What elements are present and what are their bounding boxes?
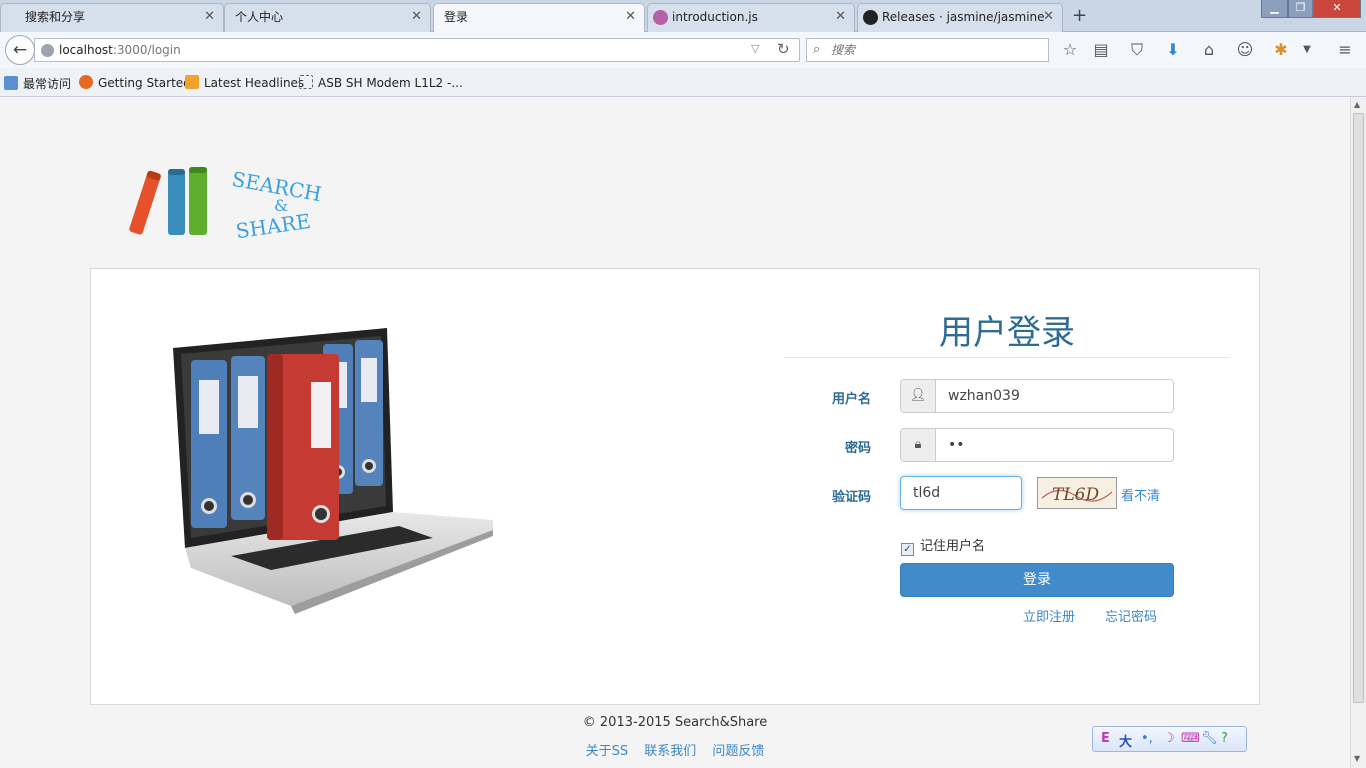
firefox-icon [79,75,93,89]
close-icon[interactable]: ✕ [411,4,422,30]
minimize-button[interactable]: ▁ [1261,0,1288,18]
page-icon [299,75,313,89]
remember-checkbox[interactable]: ✓ [901,543,914,556]
captcha-refresh-link[interactable]: 看不清 [1121,485,1160,504]
footer-link-about[interactable]: 关于SS [586,744,629,759]
bookmarks-bar: 最常访问 Getting Started Latest Headlines AS… [0,68,1366,97]
back-button[interactable]: ← [5,35,35,65]
tab-releases-jasmine[interactable]: Releases · jasmine/jasmine ✕ [857,3,1063,32]
user-icon: 👤︎ [901,380,936,412]
folder-icon [4,76,18,90]
laptop-binders-illustration [173,328,493,614]
login-button[interactable]: 登录 [900,563,1174,597]
tab-personal-center[interactable]: 个人中心 ✕ [224,3,431,32]
navigation-bar: localhost:3000/login ▽ ↻ ← ⌕ ☆ ▤ ⛉ ⬇ ⌂ ☺… [0,32,1366,68]
window-close-button[interactable]: ✕ [1313,0,1361,18]
scroll-down-arrow-icon[interactable]: ▼ [1354,754,1360,763]
url-host: localhost [59,43,113,57]
password-label: 密码 [844,441,871,456]
new-tab-button[interactable]: + [1072,5,1087,26]
site-logo[interactable]: SEARCH & SHARE [124,163,334,243]
username-label: 用户名 [831,392,871,407]
ime-english-toggle[interactable]: E [1101,731,1110,746]
bookmark-latest-headlines[interactable]: Latest Headlines [185,75,304,90]
close-icon[interactable]: ✕ [835,4,846,30]
chevron-down-icon[interactable]: ▼ [1296,40,1318,62]
lock-icon: 🔒︎ [901,429,936,461]
password-field[interactable]: 🔒︎ [900,428,1174,462]
login-title: 用户登录 [939,313,1075,353]
dropdown-arrow-icon[interactable]: ▽ [751,42,759,55]
logo-share-text: SHARE [234,209,312,243]
address-bar[interactable]: localhost:3000/login ▽ ↻ [34,38,800,62]
tab-label: Releases · jasmine/jasmine [882,10,1045,24]
captcha-input[interactable] [913,484,1013,502]
captcha-text: TL6D [1052,485,1099,505]
remember-username[interactable]: ✓ 记住用户名 [901,535,985,556]
bookmark-label: ASB SH Modem L1L2 -... [318,76,463,90]
wrench-icon[interactable]: 🔧︎ [1201,731,1218,746]
close-icon[interactable]: ✕ [204,4,215,30]
captcha-field[interactable] [900,476,1022,510]
home-icon[interactable]: ⌂ [1198,40,1220,62]
menu-icon[interactable]: ≡ [1334,40,1356,62]
url-path: :3000/login [112,43,181,57]
bookmark-label: Latest Headlines [204,76,305,90]
username-input[interactable] [948,387,1163,405]
reading-list-icon[interactable]: ▤ [1090,40,1112,62]
tab-label: 登录 [444,10,469,24]
bookmark-label: 最常访问 [23,77,72,91]
reload-icon[interactable]: ↻ [777,40,790,58]
footer-link-contact[interactable]: 联系我们 [644,744,696,759]
ime-fullwidth-toggle[interactable]: 大 [1119,731,1132,750]
search-icon: ⌕ [813,42,821,57]
pocket-icon[interactable]: ⛉ [1126,40,1148,62]
vertical-scrollbar[interactable]: ▲ ▼ [1350,97,1366,768]
login-panel: 用户登录 用户名 👤︎ 密码 🔒︎ 验证码 TL6D 看不清 ✓ 记住用户名 登录… [90,268,1260,705]
close-icon[interactable]: ✕ [625,4,636,30]
footer-link-feedback[interactable]: 问题反馈 [712,744,764,759]
chat-icon[interactable]: ☺ [1234,40,1256,62]
bookmark-getting-started[interactable]: Getting Started [79,75,191,90]
bookmark-star-icon[interactable]: ☆ [1059,40,1081,62]
bookmark-asb-modem[interactable]: ASB SH Modem L1L2 -... [299,75,463,90]
register-link[interactable]: 立即注册 [1023,606,1075,625]
title-divider [784,357,1230,358]
books-logo-icon: SEARCH & SHARE [129,167,323,243]
remember-label: 记住用户名 [920,539,986,554]
github-icon [863,10,878,25]
tab-search-share[interactable]: 搜索和分享 ✕ [0,3,224,32]
tab-introduction-js[interactable]: introduction.js ✕ [647,3,855,32]
maximize-button[interactable]: ❐ [1288,0,1313,18]
search-input[interactable] [831,42,1041,58]
extension-icon[interactable]: ✱ [1270,40,1292,62]
ime-toolbar[interactable]: E 大 •, ☽ ⌨ 🔧︎ ? [1092,726,1247,752]
captcha-label: 验证码 [831,490,871,505]
bookmark-most-visited[interactable]: 最常访问 [4,75,71,92]
keyboard-icon[interactable]: ⌨ [1181,731,1200,746]
search-bar[interactable]: ⌕ [806,38,1049,62]
scroll-up-arrow-icon[interactable]: ▲ [1354,100,1360,109]
download-icon[interactable]: ⬇ [1162,40,1184,62]
tab-label: introduction.js [672,10,758,24]
punctuation-icon[interactable]: •, [1141,731,1153,746]
moon-icon[interactable]: ☽ [1163,731,1175,746]
captcha-image[interactable]: TL6D [1037,477,1117,509]
bookmark-label: Getting Started [98,76,191,90]
scrollbar-thumb[interactable] [1353,113,1364,703]
username-field[interactable]: 👤︎ [900,379,1174,413]
close-icon[interactable]: ✕ [1043,4,1054,30]
tab-label: 个人中心 [235,10,284,24]
globe-icon [41,44,54,57]
tab-label: 搜索和分享 [25,10,86,24]
page-content: SEARCH & SHARE 用户登录 用户名 👤︎ wzhan039 密码 🔒… [0,97,1350,768]
password-input[interactable] [948,436,1163,454]
help-icon[interactable]: ? [1221,731,1228,746]
rss-icon [185,75,199,89]
tab-login[interactable]: 登录 ✕ [433,3,645,32]
forgot-password-link[interactable]: 忘记密码 [1105,606,1157,625]
url-text: localhost:3000/login [59,43,181,57]
favicon-icon [653,10,668,25]
tab-bar: 搜索和分享 ✕ 个人中心 ✕ 登录 ✕ introduction.js ✕ Re… [0,0,1366,32]
